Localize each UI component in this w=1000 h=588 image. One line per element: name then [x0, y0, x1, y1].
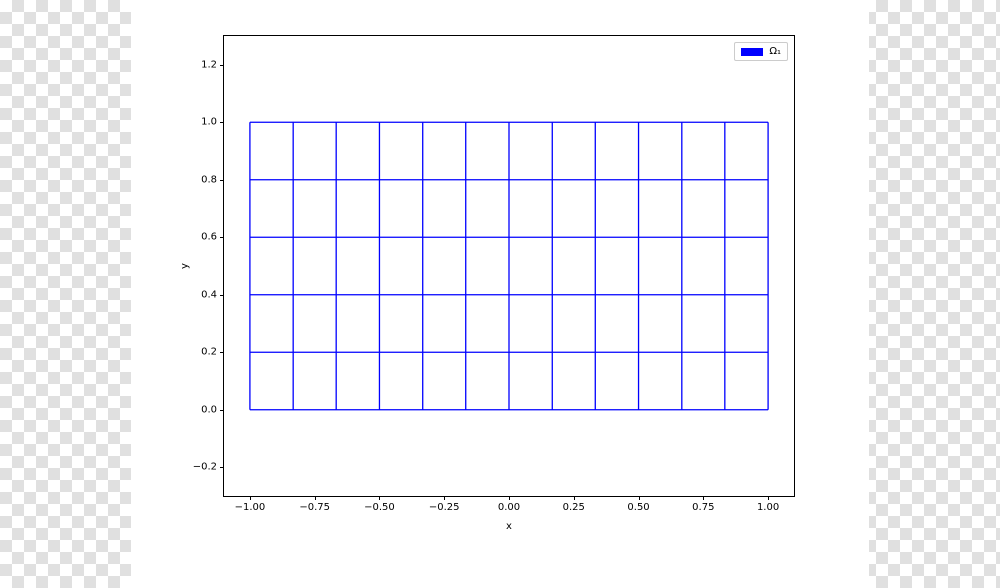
y-tick-mark [220, 122, 224, 123]
y-tick-label: 0.4 [201, 289, 217, 300]
y-axis-label: y [179, 263, 190, 269]
x-tick-label: 0.00 [498, 502, 520, 513]
x-tick-label: −1.00 [235, 502, 266, 513]
x-tick-mark [444, 496, 445, 500]
y-tick-label: 1.0 [201, 117, 217, 128]
x-tick-mark [315, 496, 316, 500]
x-tick-mark [250, 496, 251, 500]
x-tick-label: 0.75 [692, 502, 714, 513]
x-tick-label: −0.25 [429, 502, 460, 513]
y-tick-mark [220, 65, 224, 66]
y-tick-label: 0.2 [201, 347, 217, 358]
y-tick-label: −0.2 [193, 462, 217, 473]
y-tick-label: 0.8 [201, 174, 217, 185]
x-tick-mark [574, 496, 575, 500]
x-tick-label: 0.25 [563, 502, 585, 513]
y-tick-mark [220, 237, 224, 238]
figure: −1.00−0.75−0.50−0.250.000.250.500.751.00… [131, 0, 869, 588]
x-tick-label: 1.00 [757, 502, 779, 513]
x-tick-mark [639, 496, 640, 500]
x-tick-label: −0.75 [299, 502, 330, 513]
y-tick-mark [220, 467, 224, 468]
y-tick-mark [220, 410, 224, 411]
legend-label: Ω₁ [769, 46, 781, 57]
y-tick-label: 0.0 [201, 404, 217, 415]
plot-axes: −1.00−0.75−0.50−0.250.000.250.500.751.00… [223, 35, 795, 497]
x-tick-label: −0.50 [364, 502, 395, 513]
legend: Ω₁ [734, 42, 788, 61]
x-tick-mark [703, 496, 704, 500]
y-tick-label: 0.6 [201, 232, 217, 243]
legend-swatch [741, 48, 763, 56]
x-tick-mark [768, 496, 769, 500]
y-tick-label: 1.2 [201, 59, 217, 70]
x-tick-mark [509, 496, 510, 500]
y-tick-mark [220, 180, 224, 181]
chart-canvas [224, 36, 794, 496]
x-axis-label: x [506, 521, 512, 532]
x-tick-label: 0.50 [627, 502, 649, 513]
y-tick-mark [220, 295, 224, 296]
y-tick-mark [220, 352, 224, 353]
x-tick-mark [379, 496, 380, 500]
